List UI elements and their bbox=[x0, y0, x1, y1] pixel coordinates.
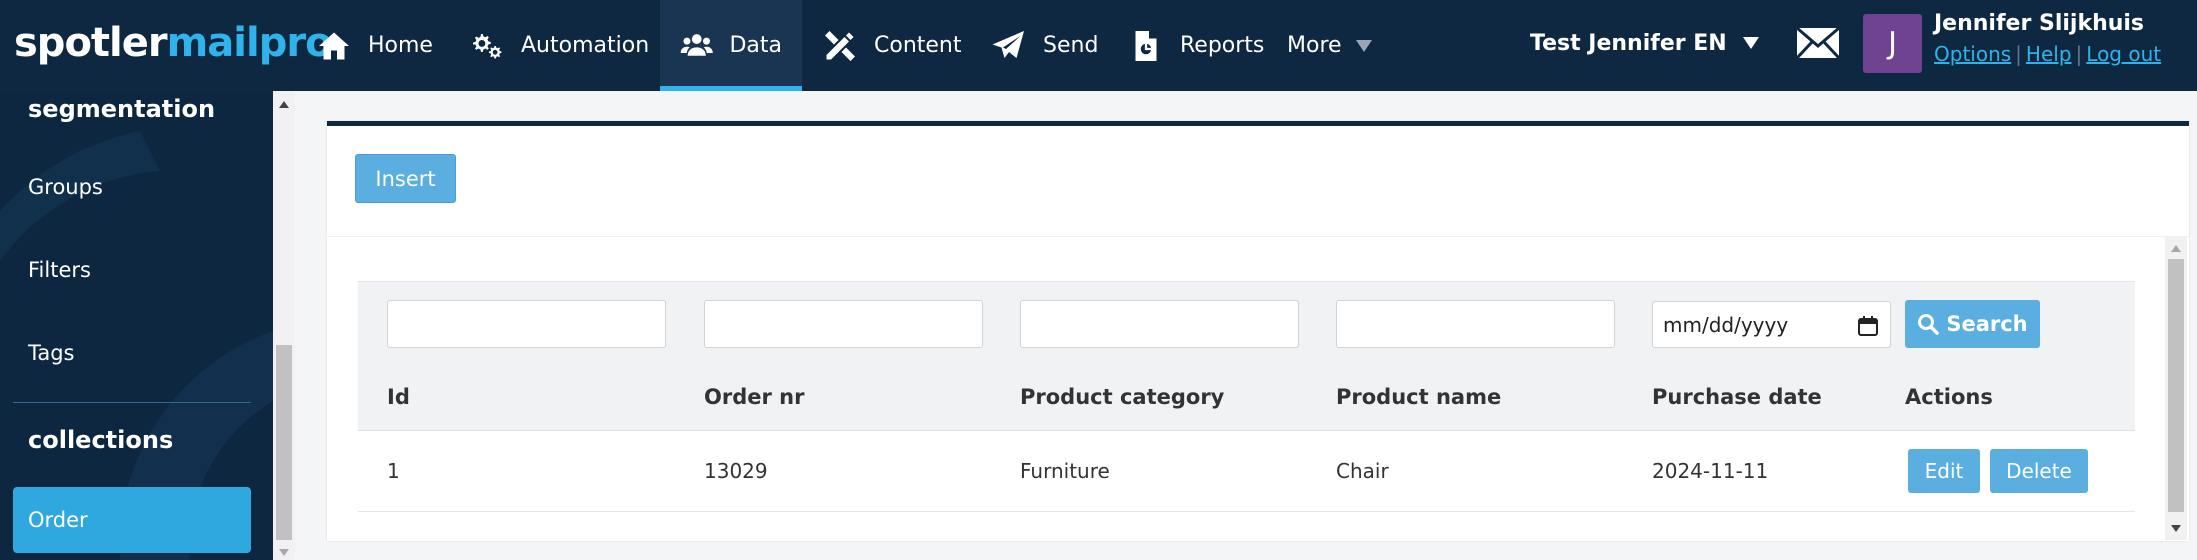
sidebar-divider bbox=[13, 402, 251, 403]
caret-down-icon bbox=[1355, 39, 1372, 52]
paper-plane-icon bbox=[992, 30, 1024, 58]
logo-part-mailpro: mailpro bbox=[166, 20, 333, 66]
sidebar-heading-segmentation: segmentation bbox=[28, 95, 216, 123]
users-icon bbox=[680, 33, 713, 56]
account-selector[interactable]: Test Jennifer EN bbox=[1530, 0, 1759, 86]
user-avatar[interactable]: J bbox=[1863, 14, 1922, 73]
column-header-purchase-date[interactable]: Purchase date bbox=[1652, 385, 1822, 409]
column-header-order-nr[interactable]: Order nr bbox=[704, 385, 804, 409]
sidebar-item-order[interactable]: Order bbox=[13, 487, 251, 553]
sidebar: segmentation Groups Filters Tags collect… bbox=[0, 91, 273, 560]
search-button[interactable]: Search bbox=[1905, 300, 2040, 348]
scroll-down-arrow[interactable] bbox=[279, 549, 289, 556]
sidebar-item-groups[interactable]: Groups bbox=[28, 175, 103, 199]
nav-automation[interactable]: Automation bbox=[469, 0, 649, 91]
nav-content[interactable]: Content bbox=[822, 0, 962, 91]
sidebar-item-tags[interactable]: Tags bbox=[28, 341, 75, 365]
logo-part-spotler: spotler bbox=[14, 20, 168, 66]
nav-content-label: Content bbox=[874, 33, 962, 58]
nav-automation-label: Automation bbox=[521, 33, 650, 58]
column-header-id[interactable]: Id bbox=[387, 385, 410, 409]
column-header-product-name[interactable]: Product name bbox=[1336, 385, 1501, 409]
account-name: Test Jennifer EN bbox=[1530, 30, 1727, 56]
table-header-row bbox=[358, 364, 2135, 431]
insert-button[interactable]: Insert bbox=[355, 154, 456, 203]
nav-reports[interactable]: Reports bbox=[1128, 0, 1264, 91]
help-link[interactable]: Help bbox=[2026, 42, 2072, 66]
user-links: Options | Help | Log out bbox=[1934, 42, 2161, 66]
cell-product-category: Furniture bbox=[1020, 459, 1110, 483]
filter-product-category-input[interactable] bbox=[1020, 300, 1299, 348]
filter-order-nr-input[interactable] bbox=[704, 300, 983, 348]
options-link[interactable]: Options bbox=[1934, 42, 2011, 66]
column-header-actions: Actions bbox=[1905, 385, 1993, 409]
sidebar-scrollbar[interactable] bbox=[273, 91, 295, 560]
link-separator: | bbox=[2015, 42, 2022, 66]
report-file-icon bbox=[1135, 30, 1157, 61]
scroll-up-arrow[interactable] bbox=[279, 101, 289, 108]
nav-data-label: Data bbox=[729, 33, 782, 58]
logout-link[interactable]: Log out bbox=[2086, 42, 2161, 66]
caret-down-icon bbox=[1742, 37, 1759, 49]
scrollbar-thumb[interactable] bbox=[276, 345, 292, 540]
calendar-icon[interactable] bbox=[1858, 316, 1878, 336]
cell-purchase-date: 2024-11-11 bbox=[1652, 459, 1769, 483]
envelope-icon[interactable] bbox=[1796, 27, 1840, 59]
home-icon bbox=[319, 32, 349, 59]
edit-button[interactable]: Edit bbox=[1908, 449, 1980, 493]
nav-home[interactable]: Home bbox=[316, 0, 433, 91]
nav-more-label: More bbox=[1287, 33, 1342, 58]
nav-send-label: Send bbox=[1043, 33, 1099, 58]
top-navigation-bar: spotlermailpro Home Automation Data Cont… bbox=[0, 0, 2197, 91]
scroll-up-arrow[interactable] bbox=[2171, 245, 2181, 252]
filter-product-name-input[interactable] bbox=[1336, 300, 1615, 348]
spotler-mailpro-logo[interactable]: spotlermailpro bbox=[14, 18, 333, 68]
user-name: Jennifer Slijkhuis bbox=[1934, 11, 2145, 36]
sidebar-heading-collections: collections bbox=[28, 426, 174, 454]
delete-button[interactable]: Delete bbox=[1990, 449, 2088, 493]
gears-icon bbox=[473, 33, 502, 58]
scrollbar-thumb[interactable] bbox=[2168, 259, 2184, 512]
cell-order-nr: 13029 bbox=[704, 459, 768, 483]
link-separator: | bbox=[2075, 42, 2083, 66]
section-divider bbox=[327, 236, 2189, 237]
nav-data[interactable]: Data bbox=[660, 0, 802, 91]
pencil-ruler-icon bbox=[825, 30, 855, 61]
filter-purchase-date-input[interactable]: mm/dd/yyyy bbox=[1652, 301, 1891, 348]
sidebar-item-filters[interactable]: Filters bbox=[28, 258, 91, 282]
search-button-label: Search bbox=[1946, 312, 2028, 336]
column-header-product-category[interactable]: Product category bbox=[1020, 385, 1224, 409]
search-icon bbox=[1918, 314, 1940, 335]
date-placeholder: mm/dd/yyyy bbox=[1663, 312, 1789, 337]
filter-id-input[interactable] bbox=[387, 300, 666, 348]
nav-more[interactable]: More bbox=[1287, 0, 1372, 91]
nav-send[interactable]: Send bbox=[991, 0, 1098, 91]
nav-home-label: Home bbox=[368, 33, 433, 58]
content-scrollbar[interactable] bbox=[2165, 237, 2187, 540]
cell-product-name: Chair bbox=[1336, 459, 1389, 483]
nav-reports-label: Reports bbox=[1180, 33, 1265, 58]
scroll-down-arrow[interactable] bbox=[2171, 525, 2181, 532]
table-row bbox=[358, 432, 2135, 512]
cell-id: 1 bbox=[387, 459, 400, 483]
